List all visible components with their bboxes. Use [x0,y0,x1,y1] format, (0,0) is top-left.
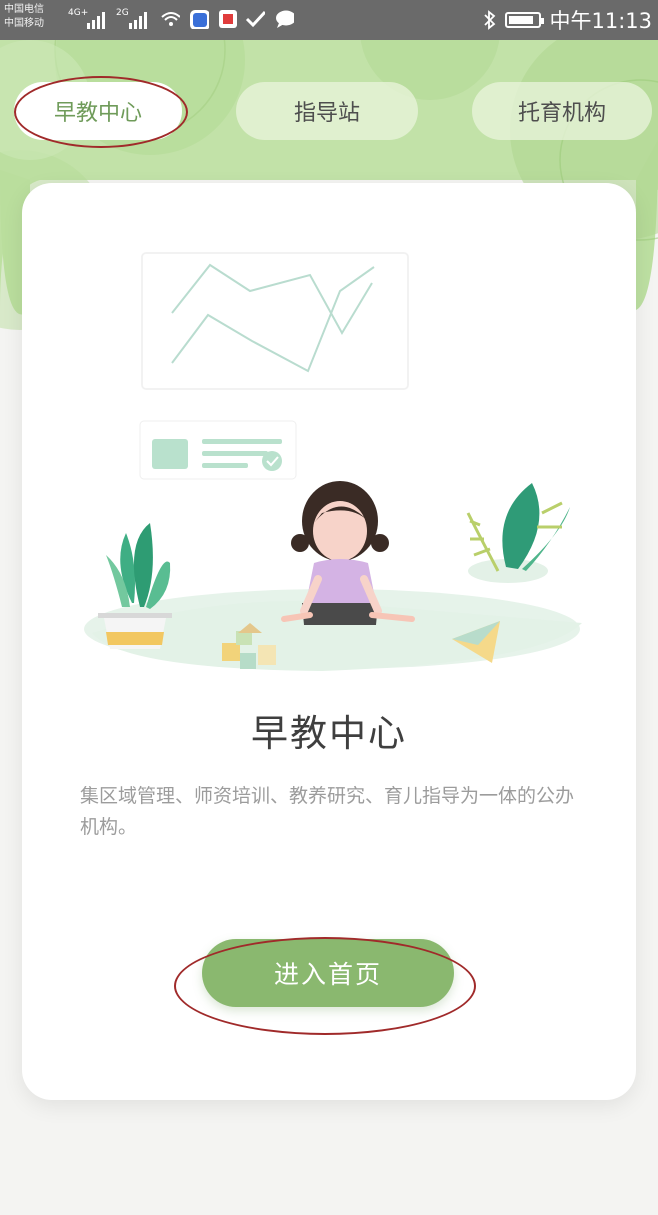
illustration [84,252,582,671]
tab-label: 指导站 [293,101,360,126]
battery-icon [505,12,545,28]
card-description: 集区域管理、师资培训、教养研究、育儿指导为一体的公办机构。 [80,785,575,838]
carrier-2-label: 中国移动 [4,18,44,29]
chat-bubble-icon [276,10,294,28]
carrier-1-label: 中国电信 [4,4,44,15]
wifi-icon [161,12,180,26]
tab-childcare-institution[interactable]: 托育机构 [472,82,652,140]
bluetooth-icon [484,10,496,30]
check-icon [245,10,265,28]
clock: 中午11:13 [549,9,652,33]
app-notification-icon [190,10,209,29]
message-notification-icon [219,10,237,28]
enter-home-button[interactable]: 进入首页 [202,939,454,1007]
signal-icon-2 [129,12,147,29]
tab-early-education-center[interactable]: 早教中心 [14,82,182,140]
carrier-info: 中国电信 中国移动 [4,3,44,31]
status-bar: 中国电信 中国移动 4G+ 2G 中午11:13 [0,0,658,40]
tab-label: 托育机构 [517,101,606,126]
status-right: 中午11:13 [483,6,652,34]
tab-label: 早教中心 [53,101,142,126]
intro-card: 早教中心 集区域管理、师资培训、教养研究、育儿指导为一体的公办机构。 进入首页 [22,183,636,1100]
tab-guidance-station[interactable]: 指导站 [236,82,418,140]
signal-icon [87,12,105,29]
card-title: 早教中心 [251,712,407,755]
battery-level [509,16,534,24]
enter-home-label: 进入首页 [273,960,382,989]
network-type-2: 2G [116,8,129,18]
